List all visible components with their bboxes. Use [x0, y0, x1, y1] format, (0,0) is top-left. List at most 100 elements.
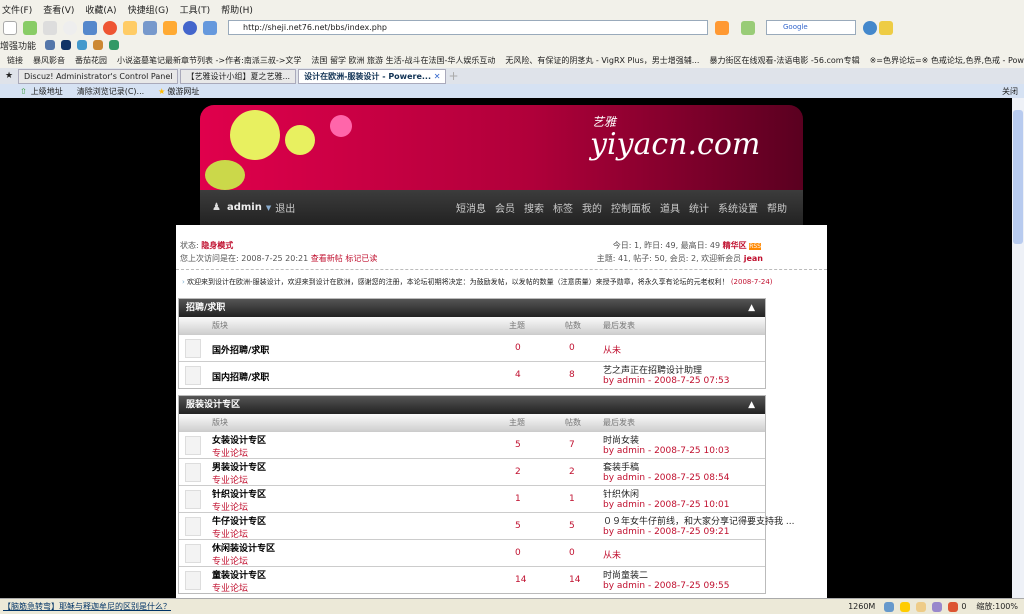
clock-icon[interactable] [183, 21, 197, 35]
back-icon[interactable] [23, 21, 37, 35]
last-post-link[interactable]: 从未 [603, 343, 621, 356]
category-header[interactable]: 服装设计专区 ▲ [179, 396, 765, 414]
view-new-link[interactable]: 查看新帖 [311, 254, 343, 263]
zoom-level[interactable]: 缩放:100% [976, 601, 1018, 612]
nav-search[interactable]: 搜索 [524, 200, 544, 215]
rss-icon[interactable]: RSS [749, 243, 761, 250]
maxthon-sites-button[interactable]: 傲游网址 [167, 86, 199, 97]
up-address-button[interactable]: 上级地址 [31, 86, 63, 97]
star-icon[interactable]: ★ [2, 71, 16, 81]
username-menu[interactable]: admin [227, 202, 262, 213]
new-page-icon[interactable] [3, 21, 17, 35]
nav-mine[interactable]: 我的 [582, 200, 602, 215]
category-header[interactable]: 招聘/求职 ▲ [179, 299, 765, 317]
clear-history-button[interactable]: 清除浏览记录(C)... [77, 86, 144, 97]
last-post-by[interactable]: by admin - 2008-7-25 09:21 [603, 527, 729, 537]
bookmark[interactable]: 番茄花园 [75, 55, 107, 66]
forum-name-link[interactable]: 男装设计专区 [212, 460, 266, 473]
stop-icon[interactable] [103, 21, 117, 35]
plugin-icon[interactable] [45, 40, 56, 50]
vertical-scrollbar[interactable] [1012, 98, 1024, 598]
forum-name-link[interactable]: 国外招聘/求职 [212, 343, 269, 356]
site-logo[interactable]: 艺雅 yiyacn.com [590, 115, 760, 162]
last-post-link[interactable]: 从未 [603, 548, 621, 561]
plugin-icon[interactable] [109, 40, 120, 50]
digest-link[interactable]: 精华区 [723, 241, 747, 250]
last-post-link[interactable]: 针织休闲 [603, 487, 639, 500]
last-post-link[interactable]: 时尚女装 [603, 433, 639, 446]
close-button[interactable]: 关闭 [1002, 86, 1018, 97]
plugin-icon[interactable] [77, 40, 88, 50]
status-icon[interactable] [916, 601, 927, 612]
mail-icon[interactable] [203, 21, 217, 35]
nav-settings[interactable]: 系统设置 [718, 200, 758, 215]
forward-icon[interactable] [43, 21, 57, 35]
last-post-link[interactable]: ０９年女牛仔前线，和大家分享记得要支持我 ... [603, 514, 794, 527]
bookmark[interactable]: ※=色界论坛=※ 色戒论坛,色界,色戒 - Powered ... [870, 55, 1024, 66]
nav-stats[interactable]: 统计 [689, 200, 709, 215]
forum-name-link[interactable]: 牛仔设计专区 [212, 514, 266, 527]
flash-icon[interactable] [900, 601, 911, 612]
last-post-by[interactable]: by admin - 2008-7-25 09:55 [603, 581, 729, 591]
newest-member-link[interactable]: jean [744, 254, 763, 263]
forum-name-link[interactable]: 女装设计专区 [212, 433, 266, 446]
nav-items[interactable]: 道具 [660, 200, 680, 215]
search-input[interactable]: Google [766, 20, 856, 35]
last-post-by[interactable]: by admin - 2008-7-25 08:54 [603, 473, 729, 483]
refresh-icon[interactable] [83, 21, 97, 35]
last-post-by[interactable]: by admin - 2008-7-25 10:01 [603, 500, 729, 510]
home-icon[interactable] [123, 21, 137, 35]
nav-control-panel[interactable]: 控制面板 [611, 200, 651, 215]
mark-read-link[interactable]: 标记已读 [345, 254, 377, 263]
highlight-icon[interactable] [879, 21, 893, 35]
nav-messages[interactable]: 短消息 [456, 200, 486, 215]
logout-link[interactable]: 退出 [275, 200, 295, 215]
menu-favorites[interactable]: 收藏(A) [85, 3, 116, 16]
new-tab-icon[interactable]: + [448, 69, 458, 83]
tab-admin[interactable]: Discuz! Administrator's Control Panel [18, 69, 179, 84]
plugin-icon[interactable] [93, 40, 104, 50]
search-icon[interactable] [863, 21, 877, 35]
popup-block-icon[interactable] [948, 601, 959, 612]
last-post-link[interactable]: 套装手稿 [603, 460, 639, 473]
history-icon[interactable] [63, 21, 77, 35]
tab-yiya[interactable]: 【艺雅设计小组】夏之艺雅... [180, 69, 297, 84]
status-icon[interactable] [884, 601, 895, 612]
status-value[interactable]: 隐身模式 [201, 241, 233, 250]
bookmark[interactable]: 无风险、有保证的阴茎丸 - VigRX Plus，男士增强辅... [505, 55, 699, 66]
moderator-link[interactable]: 专业论坛 [212, 581, 248, 594]
bookmark[interactable]: 暴风影音 [33, 55, 65, 66]
bookmark[interactable]: 小说盗墓笔记最新章节列表 ->作者:南派三叔->文学 [117, 55, 301, 66]
scroll-thumb[interactable] [1013, 110, 1023, 244]
close-tab-icon[interactable]: ✕ [434, 72, 441, 81]
status-icon[interactable] [932, 601, 943, 612]
forum-name-link[interactable]: 休闲装设计专区 [212, 541, 275, 554]
menu-view[interactable]: 查看(V) [43, 3, 74, 16]
menu-file[interactable]: 文件(F) [2, 3, 32, 16]
forum-name-link[interactable]: 针织设计专区 [212, 487, 266, 500]
bookmark[interactable]: 法国 留学 欧洲 旅游 生活-战斗在法国-华人娱乐互动 [311, 55, 495, 66]
address-input[interactable]: http://sheji.net76.net/bbs/index.php [228, 20, 708, 35]
status-text[interactable]: 【脑筋急转弯】耶稣与释迦牟尼的区别是什么？ [3, 601, 171, 612]
window-icon[interactable] [61, 40, 72, 50]
rss-icon[interactable] [715, 21, 729, 35]
menu-groups[interactable]: 快捷组(G) [128, 3, 169, 16]
undo-icon[interactable] [143, 21, 157, 35]
forum-name-link[interactable]: 国内招聘/求职 [212, 370, 269, 383]
go-icon[interactable] [741, 21, 755, 35]
bookmark[interactable]: 链接 [7, 55, 23, 66]
last-post-link[interactable]: 艺之声正在招聘设计助理 [603, 363, 702, 376]
collapse-icon[interactable]: ▲ [748, 396, 755, 414]
last-post-by[interactable]: by admin - 2008-7-25 07:53 [603, 376, 729, 386]
menu-help[interactable]: 帮助(H) [221, 3, 253, 16]
announcement[interactable]: › 欢迎来到设计在欧洲-服装设计，欢迎来到设计在欧洲，感谢您的注册，本论坛初期将… [182, 277, 773, 287]
collapse-icon[interactable]: ▲ [748, 299, 755, 317]
tab-current[interactable]: 设计在欧洲-服装设计 - Powere... ✕ [298, 69, 447, 84]
forum-name-link[interactable]: 童装设计专区 [212, 568, 266, 581]
last-post-by[interactable]: by admin - 2008-7-25 10:03 [603, 446, 729, 456]
magic-icon[interactable] [163, 21, 177, 35]
nav-tags[interactable]: 标签 [553, 200, 573, 215]
last-post-link[interactable]: 时尚童装二 [603, 568, 648, 581]
nav-help[interactable]: 帮助 [767, 200, 787, 215]
bookmark[interactable]: 暴力街区在线观看-法语电影 -56.com专辑 [709, 55, 859, 66]
